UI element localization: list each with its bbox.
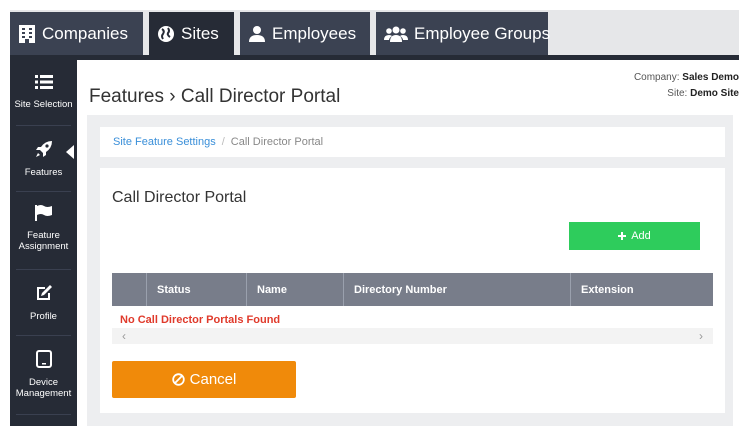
- list-icon: [34, 74, 53, 93]
- tab-companies-label: Companies: [42, 23, 128, 43]
- site-label: Site:: [667, 88, 688, 99]
- building-icon: [18, 24, 36, 44]
- rocket-icon: [35, 140, 53, 161]
- empty-table-message: No Call Director Portals Found: [120, 314, 281, 326]
- sidebar-item-label: Device Management: [15, 377, 72, 399]
- sidebar-item-label: Profile: [30, 311, 57, 322]
- tab-sites[interactable]: Sites: [149, 12, 234, 55]
- scroll-left-icon[interactable]: ‹: [122, 329, 126, 343]
- tab-employee-groups[interactable]: Employee Groups: [376, 12, 551, 55]
- plus-icon: [618, 232, 627, 240]
- user-icon: [248, 25, 266, 43]
- tab-employee-groups-label: Employee Groups: [414, 23, 551, 43]
- sidebar-item-label: Site Selection: [14, 99, 73, 110]
- column-header-extension[interactable]: Extension: [570, 273, 713, 306]
- cancel-button[interactable]: Cancel: [112, 361, 296, 398]
- column-header-status[interactable]: Status: [146, 273, 246, 306]
- portal-panel: Call Director Portal Add Status Name Dir…: [100, 168, 725, 413]
- page-title: Features › Call Director Portal: [89, 86, 341, 107]
- users-icon: [384, 25, 408, 43]
- sidebar-divider: [16, 414, 71, 415]
- sidebar: Site Selection Features Feature Assignme…: [10, 60, 77, 426]
- sidebar-divider: [16, 335, 71, 336]
- context-info: Company: Sales Demo Site: Demo Site: [634, 70, 739, 102]
- active-indicator: [66, 145, 74, 159]
- tab-companies[interactable]: Companies: [10, 12, 143, 55]
- main-area: Features › Call Director Portal Company:…: [77, 60, 739, 426]
- flag-icon: [34, 205, 53, 224]
- company-label: Company:: [633, 72, 680, 83]
- sidebar-item-site-selection[interactable]: Site Selection: [10, 74, 77, 110]
- site-row: Site: Demo Site: [634, 86, 739, 102]
- top-tab-bar: Companies Sites Employees Employee Group…: [10, 10, 739, 55]
- column-header-name[interactable]: Name: [246, 273, 343, 306]
- breadcrumb: Site Feature Settings / Call Director Po…: [100, 127, 725, 157]
- breadcrumb-separator: /: [221, 136, 225, 148]
- tab-sites-label: Sites: [181, 23, 219, 43]
- globe-icon: [157, 25, 175, 43]
- horizontal-scrollbar[interactable]: ‹ ›: [112, 328, 713, 344]
- add-button-label: Add: [631, 230, 651, 242]
- tab-employees[interactable]: Employees: [240, 12, 370, 55]
- column-header-select[interactable]: [112, 273, 146, 306]
- scroll-right-icon[interactable]: ›: [699, 329, 703, 343]
- cancel-button-label: Cancel: [189, 371, 237, 388]
- content-area: Site Feature Settings / Call Director Po…: [87, 115, 733, 426]
- company-value: Sales Demo: [682, 72, 739, 83]
- sidebar-item-profile[interactable]: Profile: [10, 284, 77, 322]
- sidebar-divider: [16, 125, 71, 126]
- sidebar-item-label: Feature Assignment: [18, 230, 69, 252]
- ban-icon: [171, 373, 185, 386]
- tab-employees-label: Employees: [272, 23, 357, 43]
- sidebar-item-label: Features: [24, 167, 63, 178]
- breadcrumb-current: Call Director Portal: [230, 136, 324, 148]
- panel-title: Call Director Portal: [112, 189, 247, 206]
- add-button[interactable]: Add: [569, 222, 700, 250]
- sidebar-item-device-management[interactable]: Device Management: [10, 350, 77, 399]
- sidebar-item-feature-assignment[interactable]: Feature Assignment: [10, 205, 77, 252]
- edit-icon: [35, 284, 53, 305]
- breadcrumb-link-site-feature-settings[interactable]: Site Feature Settings: [113, 136, 216, 148]
- sidebar-divider: [16, 269, 71, 270]
- sidebar-divider: [16, 191, 71, 192]
- tablet-icon: [35, 350, 52, 371]
- company-row: Company: Sales Demo: [634, 70, 739, 86]
- column-header-directory-number[interactable]: Directory Number: [343, 273, 570, 306]
- table-header: Status Name Directory Number Extension: [112, 273, 713, 306]
- site-value: Demo Site: [690, 88, 739, 99]
